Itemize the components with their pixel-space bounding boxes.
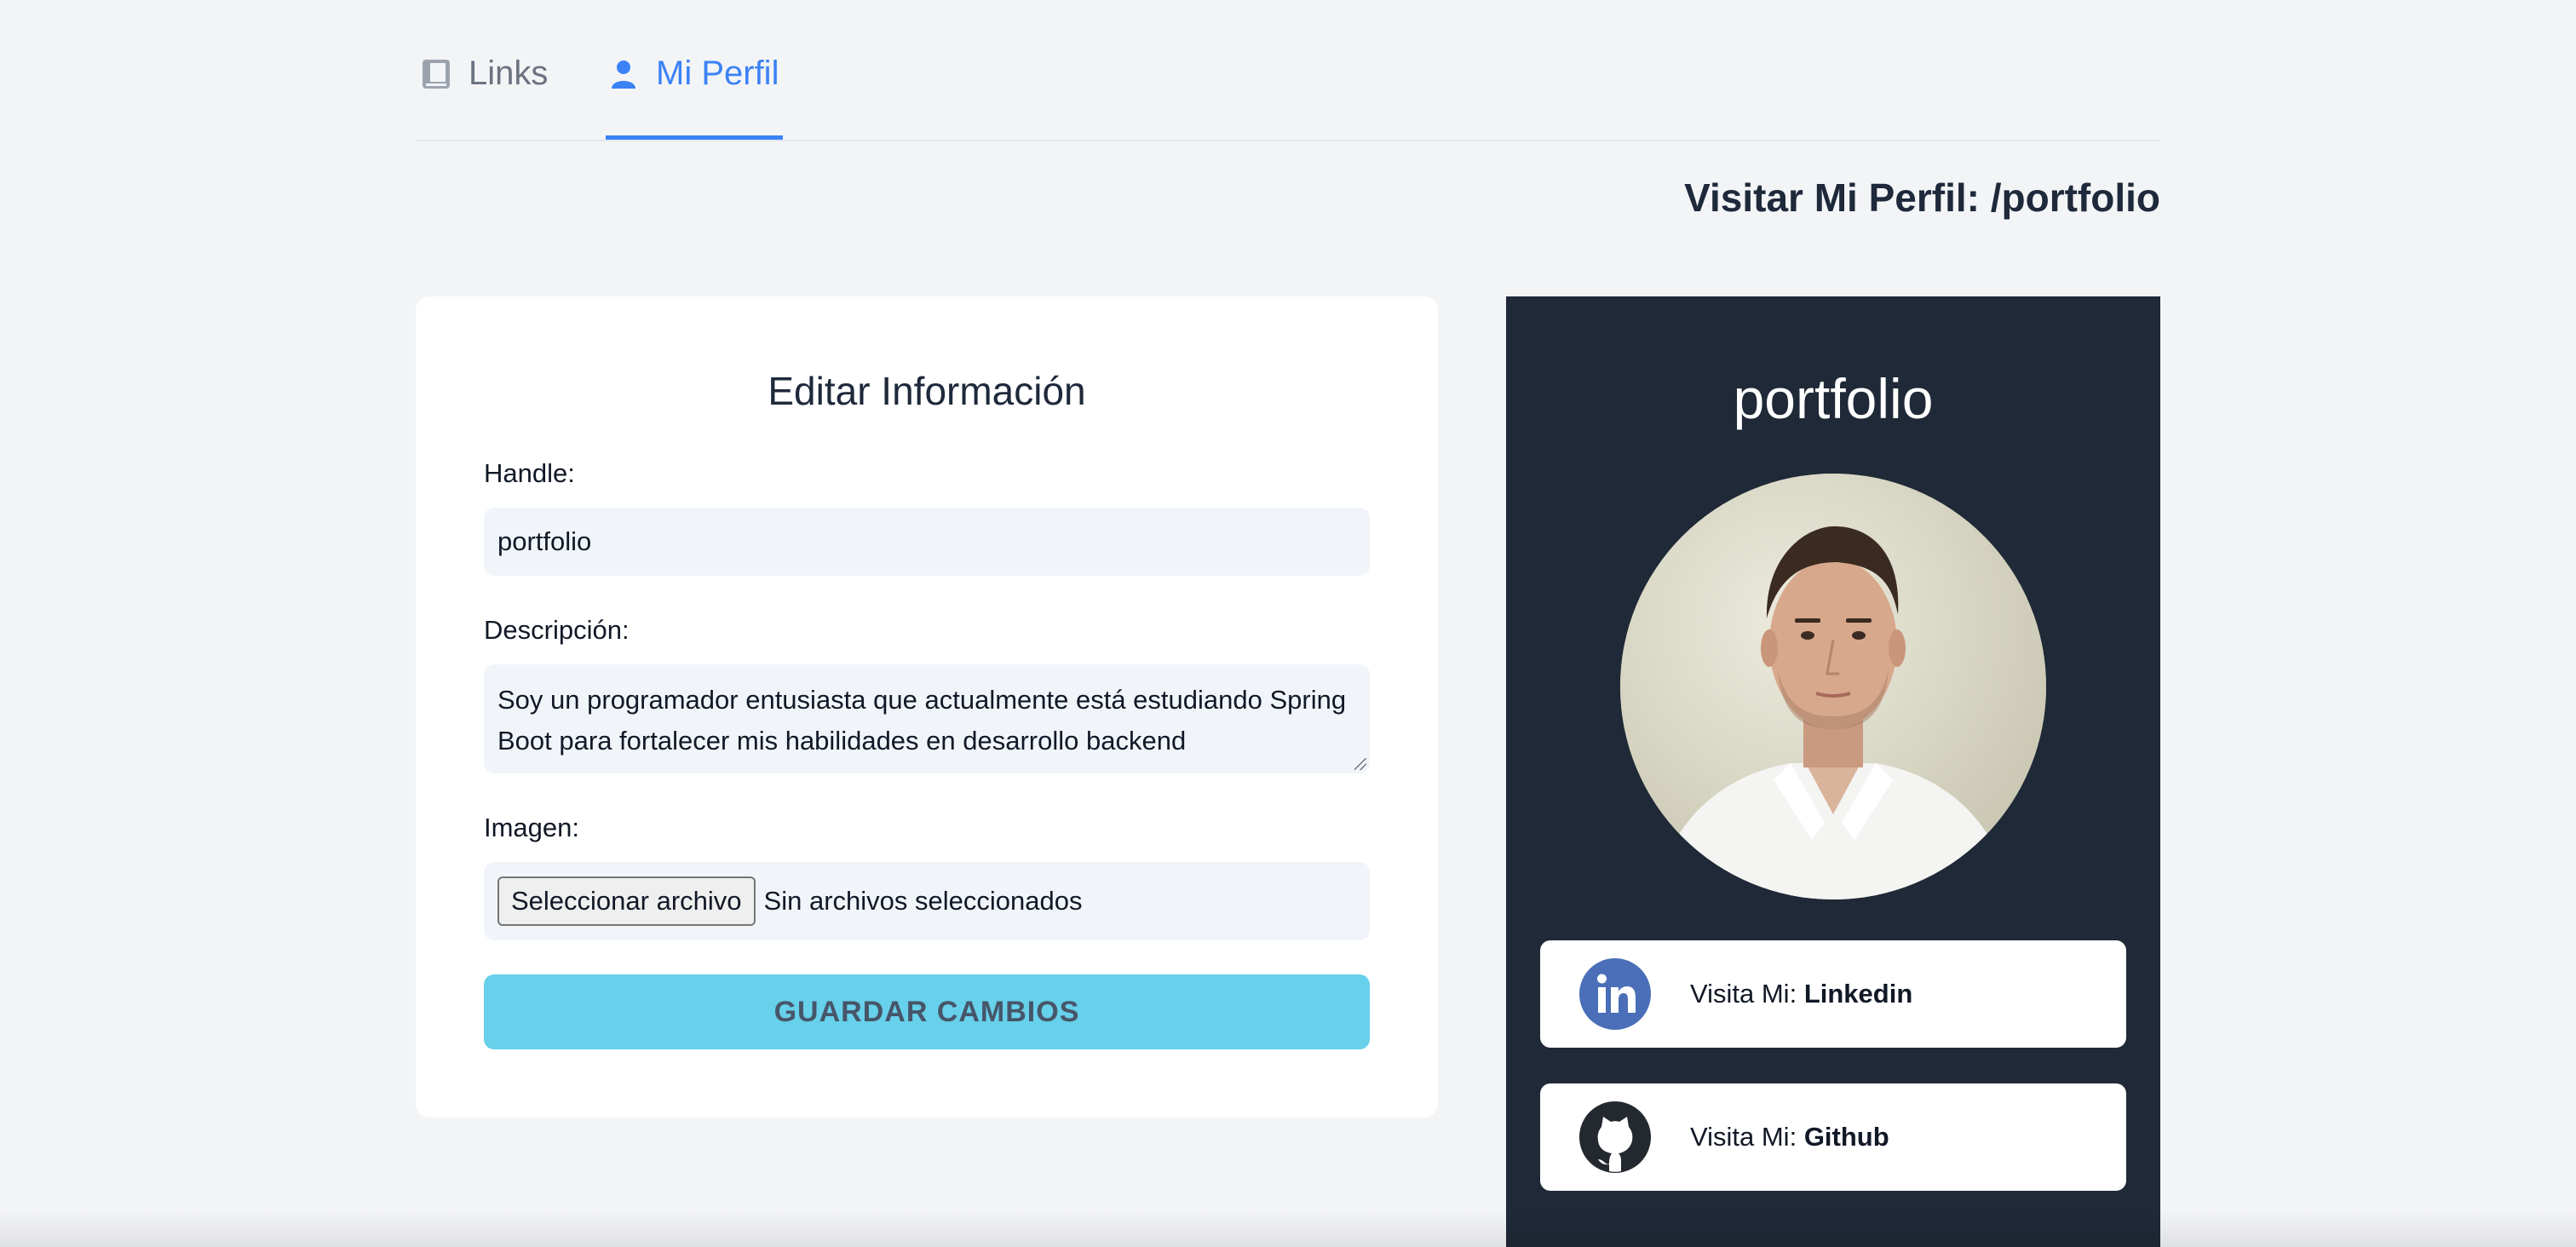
- description-text: Soy un programador entusiasta que actual…: [497, 685, 1347, 756]
- save-changes-button[interactable]: GUARDAR CAMBIOS: [484, 974, 1370, 1049]
- file-input: Seleccionar archivo Sin archivos selecci…: [484, 862, 1370, 940]
- tab-links-label: Links: [469, 55, 549, 92]
- resize-handle-icon[interactable]: [1354, 758, 1366, 770]
- description-label: Descripción:: [484, 615, 630, 645]
- tab-mi-perfil-label: Mi Perfil: [656, 55, 779, 92]
- active-tab-indicator: [606, 135, 783, 140]
- tab-bar: Links Mi Perfil: [416, 0, 2160, 141]
- tab-mi-perfil[interactable]: Mi Perfil: [608, 55, 779, 93]
- choose-file-button[interactable]: Seleccionar archivo: [497, 876, 756, 926]
- github-icon: [1579, 1101, 1651, 1173]
- avatar: [1620, 474, 2046, 899]
- github-link[interactable]: Visita Mi: Github: [1540, 1083, 2126, 1191]
- profile-preview: portfolio Visita Mi: Linkedin Visita Mi:…: [1506, 296, 2160, 1247]
- card-title: Editar Información: [768, 369, 1086, 413]
- preview-handle: portfolio: [1733, 367, 1934, 430]
- linkedin-prefix: Visita Mi:: [1690, 979, 1797, 1009]
- github-prefix: Visita Mi:: [1690, 1122, 1797, 1152]
- user-icon: [608, 59, 639, 89]
- linkedin-name: Linkedin: [1803, 979, 1913, 1009]
- linkedin-link[interactable]: Visita Mi: Linkedin: [1540, 940, 2126, 1048]
- tab-links[interactable]: Links: [421, 55, 548, 93]
- edit-info-card: Editar Información Handle: Descripción: …: [416, 296, 1438, 1118]
- linkedin-text: Visita Mi: Linkedin: [1690, 979, 1912, 1009]
- description-textarea[interactable]: Soy un programador entusiasta que actual…: [484, 664, 1370, 773]
- book-icon: [421, 59, 451, 89]
- file-status: Sin archivos seleccionados: [763, 886, 1083, 916]
- github-name: Github: [1803, 1122, 1889, 1152]
- image-label: Imagen:: [484, 813, 580, 842]
- handle-input[interactable]: [484, 508, 1370, 576]
- page-container: Links Mi Perfil Visitar Mi Perfil: /port…: [416, 0, 2160, 1247]
- github-text: Visita Mi: Github: [1690, 1122, 1889, 1152]
- linkedin-icon: [1579, 958, 1651, 1030]
- handle-label: Handle:: [484, 458, 575, 488]
- visit-profile-link[interactable]: Visitar Mi Perfil: /portfolio: [1684, 175, 2160, 221]
